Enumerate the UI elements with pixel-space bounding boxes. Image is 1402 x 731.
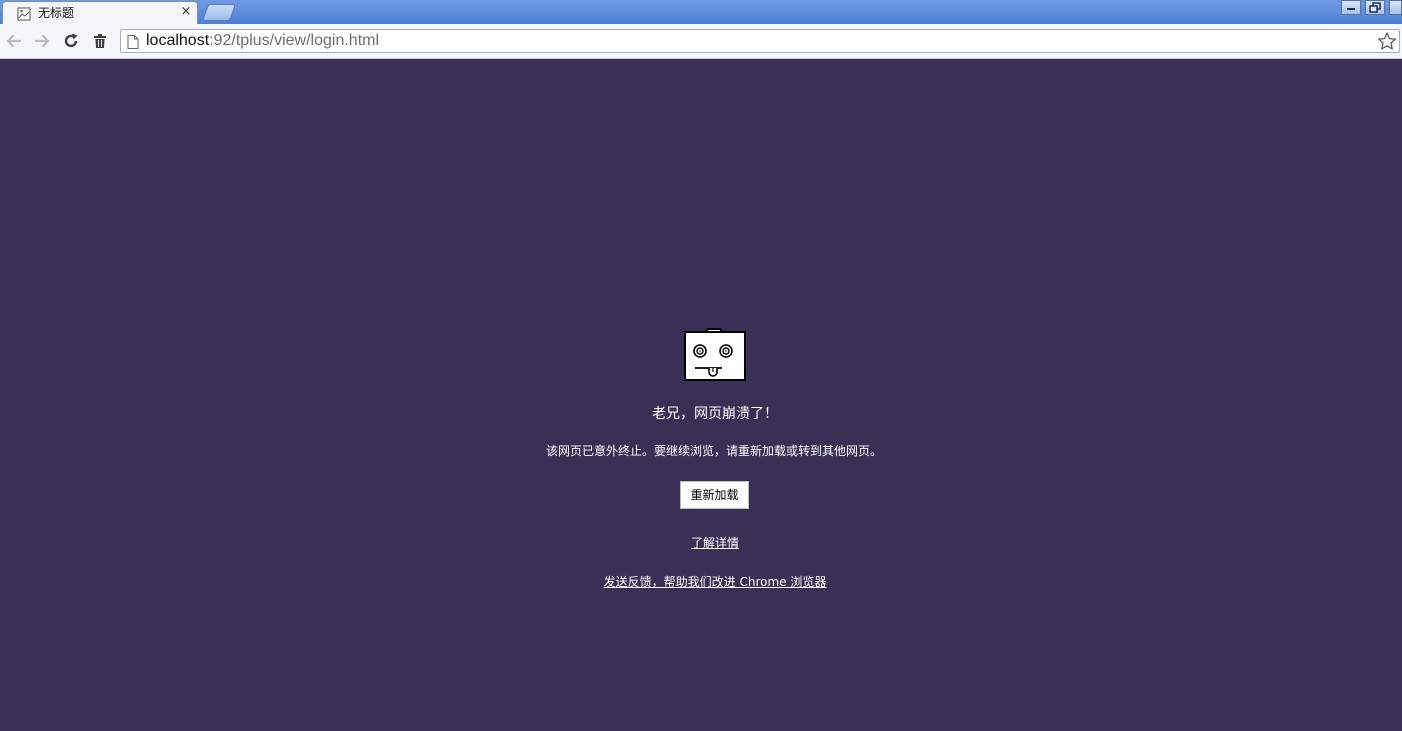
- tab-close-icon[interactable]: ×: [179, 5, 193, 19]
- restore-icon: [1369, 2, 1381, 13]
- send-feedback-link[interactable]: 发送反馈，帮助我们改进 Chrome 浏览器: [0, 573, 1402, 590]
- url-host: localhost: [146, 32, 210, 49]
- learn-more-link[interactable]: 了解详情: [0, 534, 1402, 551]
- reload-button[interactable]: 重新加载: [680, 481, 749, 509]
- page-fold-icon: [17, 6, 31, 21]
- crash-page: 老兄，网页崩溃了！ 该网页已意外终止。要继续浏览，请重新加载或转到其他网页。 重…: [0, 59, 1402, 731]
- crash-title: 老兄，网页崩溃了！: [652, 406, 778, 422]
- close-window-button[interactable]: [1389, 0, 1402, 15]
- minimize-icon: [1347, 8, 1355, 10]
- new-tab-button[interactable]: [201, 4, 237, 21]
- forward-arrow-icon[interactable]: [33, 32, 51, 50]
- trash-icon[interactable]: [91, 32, 109, 50]
- url-path: :92/tplus/view/login.html: [209, 32, 380, 49]
- back-arrow-icon[interactable]: [5, 32, 23, 50]
- page-icon: [127, 34, 139, 49]
- address-bar[interactable]: localhost:92/tplus/view/login.html: [120, 29, 1400, 53]
- tab-strip: 无标题 ×: [0, 0, 1402, 24]
- tab-active[interactable]: 无标题 ×: [2, 1, 198, 24]
- reload-icon[interactable]: [62, 32, 80, 50]
- toolbar: localhost:92/tplus/view/login.html: [0, 24, 1402, 59]
- star-icon[interactable]: [1377, 32, 1397, 50]
- sad-tab-icon: [682, 328, 748, 382]
- restore-button[interactable]: [1365, 0, 1385, 15]
- tab-title: 无标题: [38, 6, 75, 20]
- url-text[interactable]: localhost:92/tplus/view/login.html: [146, 32, 379, 50]
- minimize-button[interactable]: [1341, 0, 1361, 15]
- crash-message: 该网页已意外终止。要继续浏览，请重新加载或转到其他网页。: [545, 444, 882, 458]
